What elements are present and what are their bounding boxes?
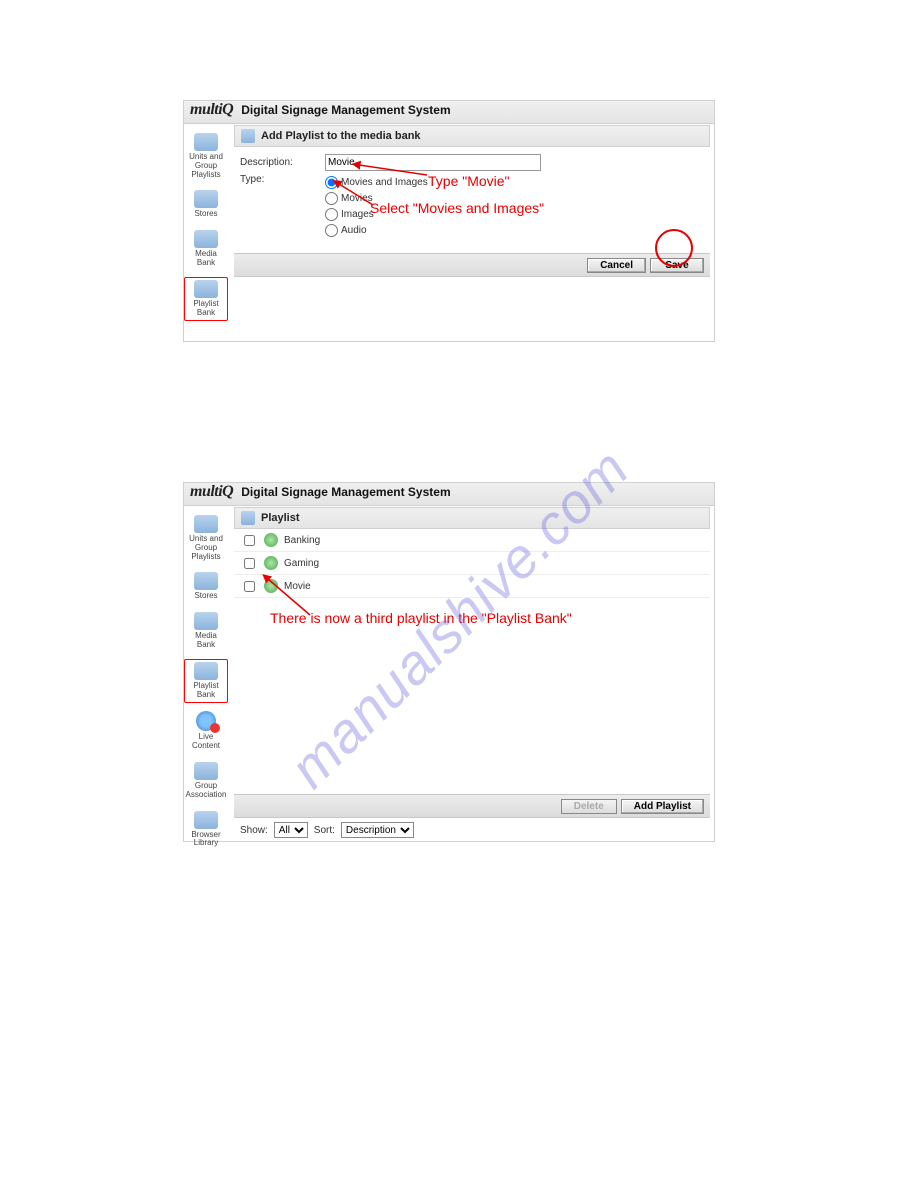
panel-title: Playlist	[261, 512, 300, 524]
stores-icon	[194, 190, 218, 208]
type-label: Type:	[240, 174, 325, 185]
playlist-row[interactable]: Banking	[234, 529, 710, 552]
arrow-type-movie	[355, 160, 435, 180]
browser-library-icon	[194, 811, 218, 829]
sidebar-item-label: Units and Group Playlists	[185, 535, 227, 561]
sidebar-item-label: Media Bank	[185, 250, 227, 268]
annotation-type-movie: Type "Movie"	[428, 173, 510, 189]
annotation-select-movies-images: Select "Movies and Images"	[370, 200, 544, 216]
show-label: Show:	[240, 825, 268, 836]
arrow-select-movies-images	[335, 180, 380, 210]
panel-icon	[241, 511, 255, 525]
app-header: multiQ Digital Signage Management System	[184, 101, 714, 124]
sidebar-item-stores[interactable]: Stores	[185, 570, 227, 604]
sidebar-item-label: Stores	[185, 592, 227, 601]
screenshot-1: multiQ Digital Signage Management System…	[183, 100, 715, 342]
playlist-icon	[264, 556, 278, 570]
sidebar-item-media-bank[interactable]: Media Bank	[185, 610, 227, 653]
annotation-circle-save	[655, 229, 693, 267]
type-option-audio[interactable]: Audio	[325, 222, 428, 238]
description-label: Description:	[240, 157, 325, 168]
sidebar-item-browser-library[interactable]: Browser Library	[185, 809, 227, 852]
button-bar: Cancel Save	[234, 253, 710, 277]
app-title: Digital Signage Management System	[241, 103, 450, 117]
delete-button[interactable]: Delete	[561, 799, 617, 814]
sort-label: Sort:	[314, 825, 335, 836]
units-icon	[194, 133, 218, 151]
sidebar-item-units-groups[interactable]: Units and Group Playlists	[185, 131, 227, 182]
group-association-icon	[194, 762, 218, 780]
playlist-bank-icon	[194, 280, 218, 298]
radio-audio[interactable]	[325, 224, 338, 237]
sidebar-item-label: Stores	[185, 210, 227, 219]
sidebar-item-label: Browser Library	[185, 831, 227, 849]
sidebar-item-stores[interactable]: Stores	[185, 188, 227, 222]
cancel-button[interactable]: Cancel	[587, 258, 646, 273]
sidebar-item-label: Playlist Bank	[185, 300, 227, 318]
radio-label: Audio	[341, 225, 367, 236]
playlist-name: Gaming	[284, 558, 319, 569]
sidebar-item-label: Live Content	[185, 733, 227, 751]
sidebar-item-label: Playlist Bank	[185, 682, 227, 700]
playlist-bank-icon	[194, 662, 218, 680]
playlist-icon	[264, 533, 278, 547]
sidebar-item-group-association[interactable]: Group Association	[185, 760, 227, 803]
sidebar-item-label: Group Association	[185, 782, 227, 800]
add-playlist-button[interactable]: Add Playlist	[621, 799, 704, 814]
sidebar-item-units-groups[interactable]: Units and Group Playlists	[185, 513, 227, 564]
sidebar-item-media-bank[interactable]: Media Bank	[185, 228, 227, 271]
app-title: Digital Signage Management System	[241, 485, 450, 499]
screenshot-2: multiQ Digital Signage Management System…	[183, 482, 715, 842]
sort-select[interactable]: Description	[341, 822, 414, 838]
sidebar-item-playlist-bank[interactable]: Playlist Bank	[184, 277, 228, 322]
playlist-row[interactable]: Gaming	[234, 552, 710, 575]
playlist-panel: Playlist Banking Gaming Movie Delete	[234, 507, 710, 842]
sidebar: Units and Group Playlists Stores Media B…	[184, 507, 228, 851]
sidebar-item-label: Units and Group Playlists	[185, 153, 227, 179]
panel-icon	[241, 129, 255, 143]
row-checkbox[interactable]	[244, 535, 255, 546]
row-checkbox[interactable]	[244, 558, 255, 569]
logo: multiQ	[190, 101, 233, 119]
media-bank-icon	[194, 230, 218, 248]
sidebar-item-playlist-bank[interactable]: Playlist Bank	[184, 659, 228, 704]
playlist-name: Banking	[284, 535, 320, 546]
panel-title-bar: Add Playlist to the media bank	[234, 125, 710, 147]
panel-title: Add Playlist to the media bank	[261, 130, 421, 142]
logo: multiQ	[190, 483, 233, 501]
stores-icon	[194, 572, 218, 590]
panel-title-bar: Playlist	[234, 507, 710, 529]
show-select[interactable]: All	[274, 822, 308, 838]
units-icon	[194, 515, 218, 533]
button-bar: Delete Add Playlist	[234, 794, 710, 818]
radio-label: Images	[341, 209, 374, 220]
app-header-2: multiQ Digital Signage Management System	[184, 483, 714, 506]
sidebar: Units and Group Playlists Stores Media B…	[184, 125, 228, 321]
annotation-third-playlist: There is now a third playlist in the "Pl…	[270, 610, 572, 626]
sidebar-item-label: Media Bank	[185, 632, 227, 650]
live-content-icon	[196, 711, 216, 731]
sidebar-item-live-content[interactable]: Live Content	[185, 709, 227, 754]
media-bank-icon	[194, 612, 218, 630]
